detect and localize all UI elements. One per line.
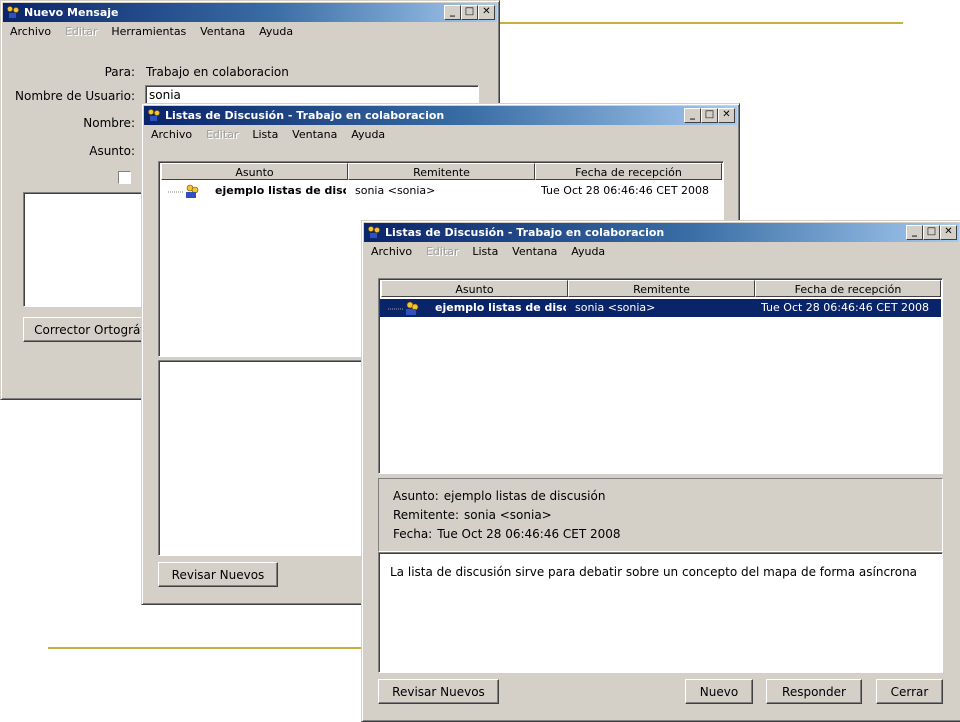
- detail-fecha-label: Fecha:: [393, 527, 433, 541]
- detail-asunto-value: ejemplo listas de discusión: [443, 489, 606, 503]
- usuario-input[interactable]: sonia: [145, 85, 479, 105]
- minimize-icon[interactable]: _: [444, 5, 461, 20]
- close-icon[interactable]: ✕: [478, 5, 495, 20]
- menu-ayuda[interactable]: Ayuda: [346, 126, 390, 143]
- message-tree-icon: [388, 301, 419, 315]
- row-fecha: Tue Oct 28 06:46:46 CET 2008: [541, 184, 710, 197]
- nuevo-button[interactable]: Nuevo: [685, 679, 753, 704]
- menu-herramientas[interactable]: Herramientas: [106, 23, 191, 40]
- revisar-nuevos-button[interactable]: Revisar Nuevos: [378, 679, 499, 704]
- table-row-selected[interactable]: ejemplo listas de discusión sonia <sonia…: [380, 299, 941, 317]
- column-header-fecha[interactable]: Fecha de recepción: [535, 163, 722, 180]
- revisar-nuevos-button[interactable]: Revisar Nuevos: [158, 562, 278, 587]
- usuario-label: Nombre de Usuario:: [15, 89, 135, 103]
- row-remitente: sonia <sonia>: [575, 301, 656, 314]
- menu-ayuda[interactable]: Ayuda: [566, 243, 610, 260]
- message-body-text: La lista de discusión sirve para debatir…: [390, 565, 918, 579]
- para-label: Para:: [104, 65, 135, 79]
- para-value: Trabajo en colaboracion: [146, 65, 289, 79]
- asunto-label: Asunto:: [89, 144, 135, 158]
- row-asunto: ejemplo listas de discusión: [435, 301, 566, 314]
- menu-archivo[interactable]: Archivo: [366, 243, 417, 260]
- menu-archivo[interactable]: Archivo: [146, 126, 197, 143]
- menubar: Archivo Editar Lista Ventana Ayuda: [146, 126, 390, 144]
- row-fecha: Tue Oct 28 06:46:46 CET 2008: [761, 301, 930, 314]
- menubar: Archivo Editar Lista Ventana Ayuda: [366, 243, 610, 261]
- minimize-icon[interactable]: _: [684, 108, 701, 123]
- app-icon: [368, 226, 380, 238]
- window-title: Listas de Discusión - Trabajo en colabor…: [385, 226, 665, 239]
- column-header-remitente[interactable]: Remitente: [568, 280, 755, 297]
- checkbox[interactable]: [118, 171, 131, 184]
- message-detail-panel: Asunto: ejemplo listas de discusión Remit…: [378, 478, 943, 552]
- cerrar-button[interactable]: Cerrar: [876, 679, 943, 704]
- detail-fecha: Fecha: Tue Oct 28 06:46:46 CET 2008: [393, 527, 621, 541]
- window-title: Nuevo Mensaje: [24, 6, 119, 19]
- window-title: Listas de Discusión - Trabajo en colabor…: [165, 109, 445, 122]
- nombre-label: Nombre:: [83, 116, 135, 130]
- titlebar[interactable]: Nuevo Mensaje _ □ ✕: [3, 3, 497, 22]
- messages-table: Asunto Remitente Fecha de recepción ejem…: [378, 278, 943, 474]
- menu-editar[interactable]: Editar: [421, 243, 464, 260]
- menu-editar[interactable]: Editar: [201, 126, 244, 143]
- maximize-icon[interactable]: □: [701, 108, 718, 123]
- column-header-asunto[interactable]: Asunto: [161, 163, 348, 180]
- titlebar[interactable]: Listas de Discusión - Trabajo en colabor…: [364, 223, 959, 242]
- menu-ventana[interactable]: Ventana: [507, 243, 562, 260]
- menu-ayuda[interactable]: Ayuda: [254, 23, 298, 40]
- maximize-icon[interactable]: □: [461, 5, 478, 20]
- row-remitente: sonia <sonia>: [355, 184, 436, 197]
- detail-asunto: Asunto: ejemplo listas de discusión: [393, 489, 605, 503]
- close-icon[interactable]: ✕: [718, 108, 735, 123]
- table-header: Asunto Remitente Fecha de recepción: [160, 163, 722, 181]
- app-icon: [148, 109, 160, 121]
- column-header-asunto[interactable]: Asunto: [381, 280, 568, 297]
- decorative-line-top: [498, 22, 903, 24]
- maximize-icon[interactable]: □: [923, 225, 940, 240]
- detail-remitente-label: Remitente:: [393, 508, 460, 522]
- menu-lista[interactable]: Lista: [247, 126, 283, 143]
- discussion-list-window-front: Listas de Discusión - Trabajo en colabor…: [361, 220, 960, 722]
- responder-button[interactable]: Responder: [766, 679, 862, 704]
- message-tree-icon: [168, 184, 199, 198]
- detail-remitente-value: sonia <sonia>: [464, 508, 552, 522]
- titlebar[interactable]: Listas de Discusión - Trabajo en colabor…: [144, 106, 737, 125]
- decorative-line-bottom: [48, 647, 363, 649]
- detail-remitente: Remitente: sonia <sonia>: [393, 508, 552, 522]
- column-header-remitente[interactable]: Remitente: [348, 163, 535, 180]
- row-asunto: ejemplo listas de discusión: [215, 184, 346, 197]
- menu-archivo[interactable]: Archivo: [5, 23, 56, 40]
- message-body-area[interactable]: La lista de discusión sirve para debatir…: [378, 552, 943, 673]
- detail-asunto-label: Asunto:: [393, 489, 439, 503]
- menu-editar[interactable]: Editar: [60, 23, 103, 40]
- column-header-fecha[interactable]: Fecha de recepción: [755, 280, 941, 297]
- detail-fecha-value: Tue Oct 28 06:46:46 CET 2008: [437, 527, 621, 541]
- close-icon[interactable]: ✕: [940, 225, 957, 240]
- menubar: Archivo Editar Herramientas Ventana Ayud…: [5, 23, 298, 41]
- menu-ventana[interactable]: Ventana: [287, 126, 342, 143]
- minimize-icon[interactable]: _: [906, 225, 923, 240]
- menu-ventana[interactable]: Ventana: [195, 23, 250, 40]
- menu-lista[interactable]: Lista: [467, 243, 503, 260]
- app-icon: [7, 6, 19, 18]
- table-row[interactable]: ejemplo listas de discusión sonia <sonia…: [160, 182, 722, 200]
- table-header: Asunto Remitente Fecha de recepción: [380, 280, 941, 298]
